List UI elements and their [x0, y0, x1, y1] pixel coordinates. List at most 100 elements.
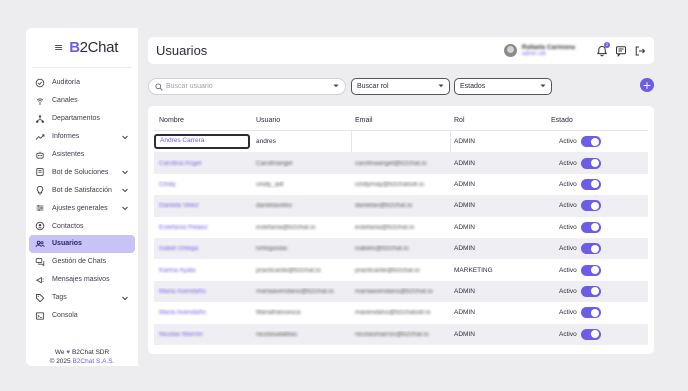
sidebar-item-canales[interactable]: Canales [29, 92, 135, 110]
user-name-link[interactable]: Nicolas Marrón [159, 331, 203, 338]
chevron-down-icon [438, 83, 444, 90]
cell-rol: ADMIN [451, 331, 548, 338]
sidebar-item-contactos[interactable]: Contactos [29, 217, 135, 235]
sidebar-item-auditoria[interactable]: Auditoría [29, 74, 135, 92]
status-toggle[interactable] [580, 264, 601, 276]
cell-rol: ADMIN [451, 224, 548, 231]
cell-usuario: estefania@b2chat.io [253, 224, 352, 231]
messages-icon[interactable] [615, 45, 627, 57]
user-name-link[interactable]: Maria Avendaño [159, 309, 206, 316]
sidebar: ≡ B2Chat Auditoría Canales Departamentos In… [26, 28, 138, 366]
column-header-rol[interactable]: Rol [451, 117, 548, 124]
sidebar-item-bot-de-soluciones[interactable]: Bot de Soluciones [29, 163, 135, 181]
search-input[interactable]: Buscar usuario [148, 78, 346, 95]
notification-badge: 1 [604, 41, 610, 48]
notification-bell-icon[interactable]: 1 [596, 41, 610, 57]
logo-b: B [69, 39, 80, 56]
cell-email: cindymay@b2chatsdr.io [352, 181, 451, 188]
status-toggle[interactable] [580, 136, 601, 148]
email-value: isabelo@b2chat.io [355, 245, 409, 253]
sidebar-item-bot-de-satisfaccion[interactable]: Bot de Satisfacción [29, 181, 135, 199]
table-row[interactable]: Cindy cindy_adl cindymay@b2chatsdr.io ADMIN… [154, 174, 648, 195]
email-value: mariaavendano@b2chat.io [355, 287, 433, 295]
sidebar-item-label: Departamentos [52, 115, 100, 123]
nombre-edit-input[interactable]: Andres Carrera [154, 134, 250, 150]
brand-logo[interactable]: B2Chat [69, 39, 118, 56]
add-user-button[interactable]: + [640, 78, 654, 92]
hamburger-menu-icon[interactable]: ≡ [54, 41, 63, 54]
status-toggle[interactable] [580, 157, 601, 169]
sliders-icon [35, 203, 45, 213]
status-toggle[interactable] [580, 307, 601, 319]
table-row[interactable]: Carolina Angel Carolinangel carolinaangel@… [154, 152, 648, 174]
status-toggle[interactable] [580, 243, 601, 255]
sidebar-item-label: Informes [52, 133, 80, 141]
avatar [503, 44, 517, 57]
chevron-down-icon[interactable] [121, 204, 129, 212]
page-header: Usuarios Rafaela Carmona admin sdr 1 [148, 37, 654, 64]
column-header-estado[interactable]: Estado [548, 117, 648, 124]
cell-email: estefania@b2chat.io [352, 224, 451, 231]
status-toggle[interactable] [580, 328, 601, 340]
user-name-link[interactable]: Daniela Velez [159, 202, 199, 209]
status-toggle[interactable] [580, 221, 601, 233]
rol-select[interactable]: Buscar rol [351, 78, 450, 95]
user-name-link[interactable]: Maria Avendaño [159, 288, 206, 295]
status-toggle[interactable] [580, 200, 601, 212]
chevron-down-icon[interactable] [121, 294, 129, 302]
column-header-email[interactable]: Email [352, 117, 451, 124]
trend-icon [35, 132, 45, 142]
status-toggle[interactable] [580, 285, 601, 297]
email-value: carolinaangel@b2chat.io [355, 159, 427, 167]
table-row[interactable]: Maria Avendaño mariaavendano@b2chat.io mar… [154, 280, 648, 303]
cell-rol: ADMIN [451, 160, 548, 167]
cell-usuario: cindy_adl [253, 181, 352, 188]
footer-company-link[interactable]: B2Chat S.A.S. [72, 358, 114, 365]
cell-email: practicante@b2chat.io [352, 267, 451, 274]
table-row[interactable]: Karina Ayala practicante@b2chat.io practic… [154, 259, 648, 280]
sidebar-item-gestion-de-chats[interactable]: Gestión de Chats [29, 253, 135, 271]
email-edit-input[interactable] [352, 131, 451, 153]
usuario-value: danielavelez [256, 202, 293, 210]
sidebar-item-ajustes-generales[interactable]: Ajustes generales [29, 199, 135, 217]
table-row[interactable]: Daniela Velez danielavelez danielav@b2chat… [154, 195, 648, 217]
sidebar-item-label: Tags [52, 294, 67, 302]
status-toggle[interactable] [580, 178, 601, 190]
table-row[interactable]: Maria Avendaño Mariafrancesca mavendano@b2… [154, 302, 648, 323]
table-row[interactable]: Andres Carrera andres ADMIN Activo [154, 131, 648, 153]
cell-rol: MARKETING [451, 267, 548, 274]
chevron-down-icon[interactable] [121, 186, 129, 194]
cell-estado: Activo [548, 200, 648, 212]
column-header-usuario[interactable]: Usuario [253, 117, 352, 124]
estado-label: Activo [559, 245, 577, 253]
user-profile[interactable]: Rafaela Carmona admin sdr [503, 44, 575, 57]
cell-nombre: Carolina Angel [154, 160, 253, 167]
sidebar-item-tags[interactable]: Tags [29, 289, 135, 307]
cell-usuario: Carolinangel [253, 160, 352, 167]
estado-label: Activo [559, 223, 577, 231]
user-name-link[interactable]: Estefania Pelaez [159, 224, 208, 231]
logout-icon[interactable] [634, 45, 646, 57]
table-row[interactable]: Nicolas Marrón nicolasalabtas nicolasmarro… [154, 323, 648, 345]
table-row[interactable]: Estefania Pelaez estefania@b2chat.io estef… [154, 217, 648, 238]
column-header-nombre[interactable]: Nombre [154, 117, 253, 124]
chevron-down-icon[interactable] [121, 168, 129, 176]
estados-select[interactable]: Estados [454, 78, 552, 95]
sidebar-item-asistentes[interactable]: Asistentes [29, 146, 135, 164]
chevron-down-icon[interactable] [121, 133, 129, 141]
sidebar-item-consola[interactable]: Consola [29, 307, 135, 325]
user-name-link[interactable]: Carolina Angel [159, 160, 201, 167]
usuario-edit-input[interactable]: andres [253, 131, 352, 153]
usuario-value: andres [256, 138, 276, 146]
sidebar-item-label: Mensajes masivos [52, 276, 110, 284]
user-name-link[interactable]: Karina Ayala [159, 267, 195, 274]
sidebar-item-usuarios[interactable]: Usuarios [29, 235, 135, 253]
sidebar-item-departamentos[interactable]: Departamentos [29, 110, 135, 128]
table-row[interactable]: Isabel Ortega iortegaslas isabelo@b2chat.i… [154, 237, 648, 260]
user-name-link[interactable]: Isabel Ortega [159, 245, 198, 252]
sidebar-item-label: Bot de Satisfacción [52, 186, 112, 194]
user-name-link[interactable]: Cindy [159, 181, 176, 188]
sidebar-item-mensajes-masivos[interactable]: Mensajes masivos [29, 271, 135, 289]
usuario-value: cindy_adl [256, 180, 284, 188]
sidebar-item-informes[interactable]: Informes [29, 128, 135, 146]
